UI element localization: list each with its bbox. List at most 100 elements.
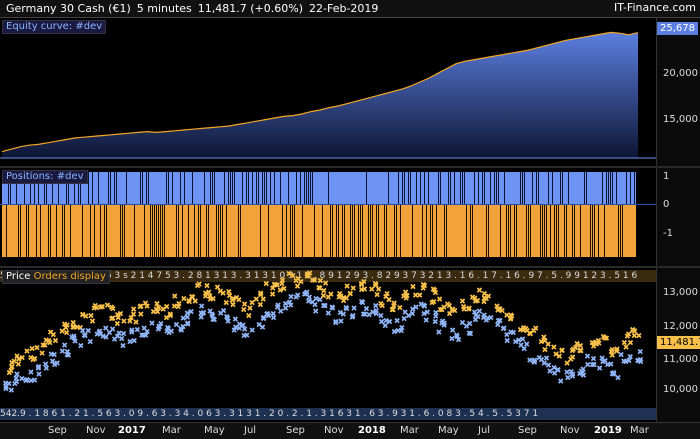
positions-gap: [376, 205, 377, 257]
positions-gap: [296, 172, 297, 204]
sell-order-marker: ✖: [542, 345, 549, 354]
positions-gap: [370, 205, 371, 257]
positions-gap: [472, 205, 473, 257]
sell-order-marker: ✖: [621, 338, 628, 347]
buy-order-marker: ✖: [551, 364, 558, 373]
time-axis-month: May: [204, 425, 225, 436]
positions-gap: [506, 205, 507, 257]
positions-gap: [438, 172, 439, 204]
sell-order-marker: ✖: [471, 294, 478, 303]
positions-gap: [446, 205, 447, 257]
positions-pane: Positions: #dev 1 0 -1: [0, 168, 700, 266]
positions-gap: [464, 172, 465, 204]
positions-gap: [428, 172, 429, 204]
positions-gap: [146, 172, 147, 204]
positions-gap: [342, 205, 343, 257]
buy-order-marker: ✖: [64, 347, 71, 356]
positions-gap: [424, 172, 425, 204]
positions-gap: [230, 172, 231, 204]
positions-gap: [232, 172, 233, 204]
positions-gap: [270, 172, 271, 204]
buy-order-marker: ✖: [378, 318, 385, 327]
instrument-name[interactable]: Germany 30 Cash (€1): [6, 2, 131, 15]
price-pane: 542.9 . 1 8 6 1 . 2 1 . 5 6 3 s 2 1 4 7 …: [0, 268, 700, 422]
equity-price-axis[interactable]: 25,678 20,000 15,000: [656, 18, 700, 166]
positions-gap: [226, 205, 227, 257]
price-axis[interactable]: 13,000 12,000 11,481.7 11,000 10,000: [656, 268, 700, 422]
positions-gap: [164, 205, 165, 257]
positions-gap: [82, 205, 83, 257]
buy-order-marker: ✖: [579, 369, 586, 378]
equity-tick: 15,000: [663, 114, 698, 125]
positions-gap: [260, 205, 261, 257]
sell-order-marker: ✖: [274, 281, 281, 290]
positions-gap: [94, 205, 95, 257]
sell-order-marker: ✖: [89, 317, 96, 326]
equity-pane-label[interactable]: Equity curve: #dev: [2, 20, 107, 34]
positions-gap: [144, 205, 145, 257]
positions-gap: [528, 205, 529, 257]
positions-gap: [6, 205, 7, 257]
positions-gap: [520, 172, 521, 204]
sell-order-marker: ✖: [194, 281, 201, 290]
timeframe[interactable]: 5 minutes: [137, 2, 192, 15]
buy-order-marker: ✖: [472, 311, 479, 320]
positions-gap: [172, 172, 173, 204]
time-axis-month: Sep: [518, 425, 537, 436]
positions-axis[interactable]: 1 0 -1: [656, 168, 700, 266]
positions-gap: [386, 205, 387, 257]
positions-gap: [282, 205, 283, 257]
positions-gap: [168, 172, 169, 204]
positions-gap: [354, 205, 355, 257]
positions-gap: [262, 172, 263, 204]
sell-order-marker: ✖: [309, 276, 316, 285]
positions-gap: [114, 172, 115, 204]
buy-order-marker: ✖: [106, 329, 113, 338]
positions-gap: [92, 172, 93, 204]
time-axis-month: Nov: [86, 425, 106, 436]
time-axis-month: Nov: [324, 425, 344, 436]
positions-gap: [350, 205, 351, 257]
positions-gap: [258, 172, 259, 204]
buy-order-marker: ✖: [343, 305, 350, 314]
positions-gap: [240, 205, 241, 257]
positions-gap: [280, 172, 281, 204]
buy-order-marker: ✖: [129, 326, 136, 335]
positions-gap: [466, 205, 467, 257]
positions-gap: [292, 205, 293, 257]
positions-gap: [192, 172, 193, 204]
positions-gap: [212, 172, 213, 204]
positions-gap: [100, 205, 101, 257]
positions-gap: [530, 205, 531, 257]
positions-gap: [152, 205, 153, 257]
buy-order-marker: ✖: [143, 331, 150, 340]
buy-order-marker: ✖: [156, 322, 163, 331]
buy-order-marker: ✖: [240, 321, 247, 330]
positions-gap: [142, 172, 143, 204]
buy-order-marker: ✖: [35, 363, 42, 372]
sell-order-marker: ✖: [559, 346, 566, 355]
time-axis[interactable]: Sep Nov 2017 Mar May Jul Sep Nov 2018 Mar May Jul Se…: [0, 422, 700, 439]
positions-gap: [432, 205, 433, 257]
positions-gap: [222, 205, 223, 257]
sell-order-marker: ✖: [384, 290, 391, 299]
buy-order-marker: ✖: [225, 317, 232, 326]
positions-gap: [40, 205, 41, 257]
positions-gap: [430, 205, 431, 257]
buy-order-marker: ✖: [350, 312, 357, 321]
sell-order-marker: ✖: [361, 285, 368, 294]
sell-order-marker: ✖: [527, 329, 534, 338]
orders-display-label[interactable]: Orders display: [34, 271, 106, 282]
positions-gap: [544, 205, 545, 257]
positions-gap: [586, 172, 587, 204]
positions-pane-label[interactable]: Positions: #dev: [2, 170, 88, 184]
positions-gap: [266, 172, 267, 204]
positions-gap: [494, 172, 495, 204]
sell-order-marker: ✖: [629, 326, 636, 335]
positions-gap: [562, 172, 563, 204]
positions-gap: [176, 205, 177, 257]
positions-gap: [48, 205, 49, 257]
buy-order-marker: ✖: [131, 337, 138, 346]
price-pane-label[interactable]: Price Orders display: [2, 270, 110, 284]
buy-order-marker: ✖: [398, 326, 405, 335]
